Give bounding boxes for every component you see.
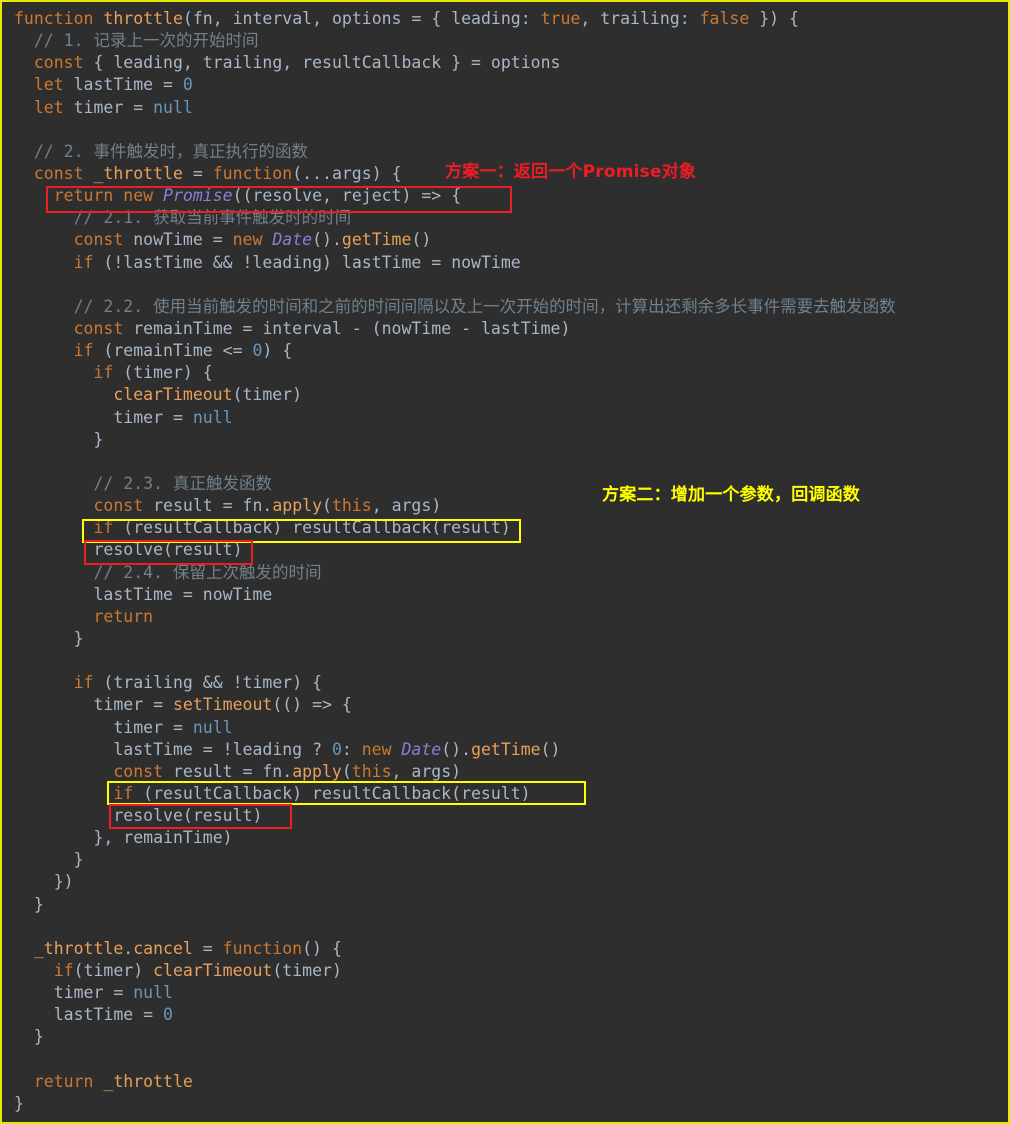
code-line: if (!lastTime && !leading) lastTime = no… xyxy=(73,252,521,272)
code-line: clearTimeout(timer) xyxy=(113,385,303,405)
code-line: } xyxy=(33,1027,44,1047)
code-line: timer = null xyxy=(113,407,233,427)
code-line: const result = fn.apply(this, args) xyxy=(113,761,462,781)
code-line: } xyxy=(73,850,84,870)
code-line: const remainTime = interval - (nowTime -… xyxy=(73,318,571,338)
code-line: timer = null xyxy=(53,983,173,1003)
code-line: return new Promise((resolve, reject) => … xyxy=(53,186,462,206)
code-line: // 2.4. 保留上次触发的时间 xyxy=(93,562,322,582)
annotation-label-plan-one: 方案一：返回一个Promise对象 xyxy=(445,162,697,182)
code-line: }) xyxy=(53,872,74,892)
code-line: let lastTime = 0 xyxy=(33,75,193,95)
code-line: if (trailing && !timer) { xyxy=(73,673,323,693)
code-line: if(timer) clearTimeout(timer) xyxy=(53,961,342,981)
code-line: let timer = null xyxy=(33,97,193,117)
code-screenshot-window: function throttle(fn, interval, options … xyxy=(0,0,1010,1124)
code-line: // 1. 记录上一次的开始时间 xyxy=(33,31,259,51)
code-line: if (remainTime <= 0) { xyxy=(73,341,293,361)
code-line: const nowTime = new Date().getTime() xyxy=(73,230,432,250)
code-line: timer = setTimeout(() => { xyxy=(93,695,352,715)
code-line: // 2.1. 获取当前事件触发时的时间 xyxy=(73,208,352,228)
code-line: lastTime = nowTime xyxy=(93,584,273,604)
code-line: } xyxy=(73,628,84,648)
code-line: _throttle.cancel = function() { xyxy=(33,938,342,958)
code-line: return xyxy=(93,606,154,626)
code-line: } xyxy=(33,894,44,914)
code-line: lastTime = 0 xyxy=(53,1005,173,1025)
code-line: // 2.2. 使用当前触发的时间和之前的时间间隔以及上一次开始的时间，计算出还… xyxy=(73,296,896,316)
code-line: resolve(result) xyxy=(113,806,263,826)
code-line: } xyxy=(14,1093,24,1113)
code-line: } xyxy=(93,429,104,449)
code-line: function throttle(fn, interval, options … xyxy=(14,9,799,28)
code-line: const { leading, trailing, resultCallbac… xyxy=(33,53,561,73)
code-line: resolve(result) xyxy=(93,540,243,560)
code-line: timer = null xyxy=(113,717,233,737)
code-line: if (timer) { xyxy=(93,363,213,383)
code-line: lastTime = !leading ? 0: new Date().getT… xyxy=(113,739,561,759)
annotation-label-plan-two: 方案二：增加一个参数，回调函数 xyxy=(602,485,860,505)
code-line: if (resultCallback) resultCallback(resul… xyxy=(113,783,531,803)
code-line: }, remainTime) xyxy=(93,828,233,848)
code-line: return _throttle xyxy=(33,1071,193,1091)
code-line: if (resultCallback) resultCallback(resul… xyxy=(93,518,511,538)
